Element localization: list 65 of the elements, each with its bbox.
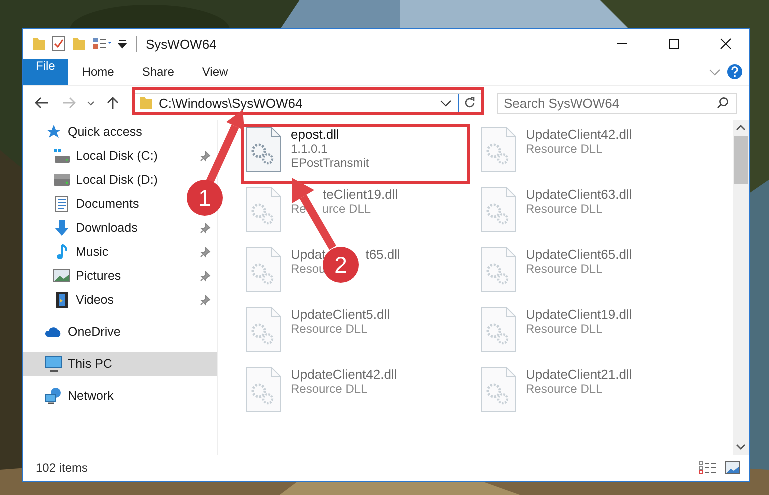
drive-icon xyxy=(53,148,71,164)
ribbon-tab[interactable]: File xyxy=(23,59,68,85)
sidebar-item[interactable]: This PC xyxy=(23,352,217,376)
details-view-icon[interactable] xyxy=(699,461,717,475)
file-name: UpdateClient19.dll xyxy=(526,307,632,322)
address-bar[interactable]: C:\Windows\SysWOW64 xyxy=(134,92,482,114)
file-name: UpdateClient65.dll xyxy=(526,247,632,262)
sidebar-item[interactable]: Network xyxy=(23,384,118,408)
file-detail: urce DLL xyxy=(322,202,372,216)
sidebar-item[interactable]: Music xyxy=(23,240,217,264)
search-field[interactable]: Search SysWOW64 xyxy=(497,92,737,114)
ribbon-tab[interactable]: Share xyxy=(128,59,188,85)
file-name: UpdateClient5.dll xyxy=(291,307,390,322)
picture-icon xyxy=(53,268,71,284)
sidebar-item[interactable]: Pictures xyxy=(23,264,217,288)
file-name: UpdateClient21.dll xyxy=(526,367,632,382)
file-detail: 1.1.0.1 xyxy=(291,142,328,156)
chevron-down-icon[interactable] xyxy=(440,100,452,106)
close-icon xyxy=(720,38,732,50)
thumbnail-view-icon[interactable] xyxy=(725,461,741,475)
download-arrow-icon xyxy=(53,220,71,236)
ribbon-tab[interactable]: Home xyxy=(68,59,128,85)
file-name: t65.dll xyxy=(366,247,400,262)
sidebar-item[interactable]: OneDrive xyxy=(23,320,125,344)
file-detail: Resource DLL xyxy=(526,382,603,396)
sidebar-item[interactable]: Downloads xyxy=(23,216,217,240)
file-detail: Resource DLL xyxy=(291,382,368,396)
network-icon xyxy=(45,388,63,404)
dropdown-icon[interactable] xyxy=(118,39,127,49)
scroll-thumb[interactable] xyxy=(734,136,748,184)
drive-icon xyxy=(53,172,71,188)
file-detail: Resource DLL xyxy=(291,322,368,336)
sidebar-item[interactable]: Quick access xyxy=(23,120,146,144)
maximize-icon xyxy=(668,38,680,50)
file-detail: EPostTransmit xyxy=(291,156,370,170)
file-detail: Re xyxy=(291,202,306,216)
minimize-icon xyxy=(616,43,628,45)
sidebar-item[interactable]: Local Disk (D:) xyxy=(23,168,162,192)
document-icon xyxy=(53,196,71,212)
file-name: Updat xyxy=(291,247,326,262)
file-name: UpdateClient42.dll xyxy=(526,127,632,142)
checklist-icon[interactable] xyxy=(52,36,66,52)
search-icon xyxy=(717,96,729,108)
file-name: epost.dll xyxy=(291,127,340,142)
properties-icon[interactable] xyxy=(92,37,112,51)
folder-icon xyxy=(139,97,153,109)
item-count: 102 items xyxy=(36,461,88,475)
film-icon xyxy=(53,292,71,308)
star-icon xyxy=(45,124,63,140)
window-title: SysWOW64 xyxy=(146,36,217,52)
monitor-icon xyxy=(45,356,63,372)
file-name: UpdateClient42.dll xyxy=(291,367,398,382)
help-icon[interactable] xyxy=(727,64,743,80)
scrollbar[interactable] xyxy=(733,120,749,455)
sidebar-item[interactable]: Videos xyxy=(23,288,217,312)
file-detail: Resource DLL xyxy=(526,322,603,336)
sidebar-item[interactable]: Documents xyxy=(23,192,144,216)
file-detail: Resource DLL xyxy=(526,142,603,156)
file-name: teClient19.dll xyxy=(323,187,398,202)
file-detail: Resource DLL xyxy=(526,202,603,216)
address-path: C:\Windows\SysWOW64 xyxy=(159,96,303,110)
file-name: UpdateClient63.dll xyxy=(526,187,632,202)
file-detail: Resource DLL xyxy=(526,262,603,276)
ribbon-tab[interactable]: View xyxy=(188,59,242,85)
chevron-down-icon[interactable] xyxy=(85,100,97,106)
